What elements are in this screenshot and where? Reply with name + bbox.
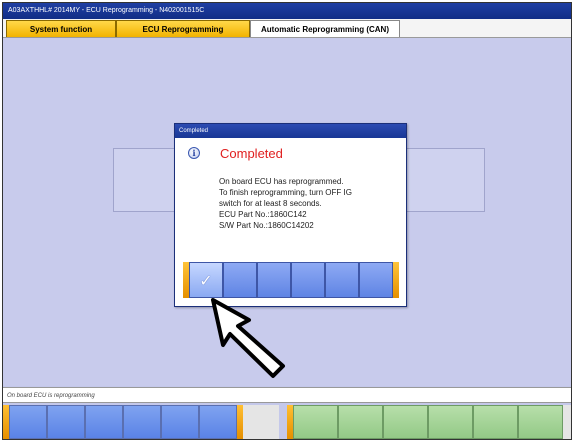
dialog-message: On board ECU has reprogrammed. To finish… [219, 176, 399, 231]
pointer-cursor-icon [211, 298, 285, 378]
dialog-heading: Completed [220, 146, 283, 161]
message-line: ECU Part No.:1860C142 [219, 210, 307, 219]
tab-bar: System function ECU Reprogramming Automa… [3, 19, 571, 38]
dialog-button-bar-cap-end [393, 262, 399, 298]
tab-ecu-reprogramming[interactable]: ECU Reprogramming [116, 20, 250, 37]
function-key-1[interactable] [9, 405, 47, 439]
dialog-button-3[interactable] [257, 262, 291, 298]
window-title: A03AXTHHL# 2014MY - ECU Reprogramming - … [3, 3, 571, 19]
message-line: S/W Part No.:1860C14202 [219, 221, 314, 230]
function-key-11[interactable] [473, 405, 518, 439]
function-key-12[interactable] [518, 405, 563, 439]
message-line: To finish reprogramming, turn OFF IG [219, 188, 352, 197]
info-icon: i [188, 147, 200, 159]
tab-system-function[interactable]: System function [6, 20, 116, 37]
function-key-7[interactable] [293, 405, 338, 439]
ok-button[interactable]: ✓ [189, 262, 223, 298]
function-key-3[interactable] [85, 405, 123, 439]
completed-dialog: Completed i Completed On board ECU has r… [174, 123, 407, 307]
function-key-5[interactable] [161, 405, 199, 439]
function-key-10[interactable] [428, 405, 473, 439]
dialog-button-6[interactable] [359, 262, 393, 298]
status-bar: On board ECU is reprogramming [3, 387, 571, 403]
function-key-9[interactable] [383, 405, 428, 439]
tab-automatic-reprogramming[interactable]: Automatic Reprogramming (CAN) [250, 20, 400, 37]
message-line: switch for at least 8 seconds. [219, 199, 322, 208]
message-line: On board ECU has reprogrammed. [219, 177, 344, 186]
function-key-2[interactable] [47, 405, 85, 439]
dialog-button-5[interactable] [325, 262, 359, 298]
function-key-6[interactable] [199, 405, 237, 439]
dialog-button-2[interactable] [223, 262, 257, 298]
dialog-button-bar: ✓ [183, 262, 399, 298]
dialog-title: Completed [175, 124, 406, 138]
function-key-8[interactable] [338, 405, 383, 439]
function-key-bar-left [3, 405, 279, 439]
dialog-button-4[interactable] [291, 262, 325, 298]
function-key-bar-right [287, 405, 571, 439]
fkey-bar-left-cap-end [237, 405, 243, 439]
function-key-4[interactable] [123, 405, 161, 439]
check-icon: ✓ [199, 270, 213, 290]
